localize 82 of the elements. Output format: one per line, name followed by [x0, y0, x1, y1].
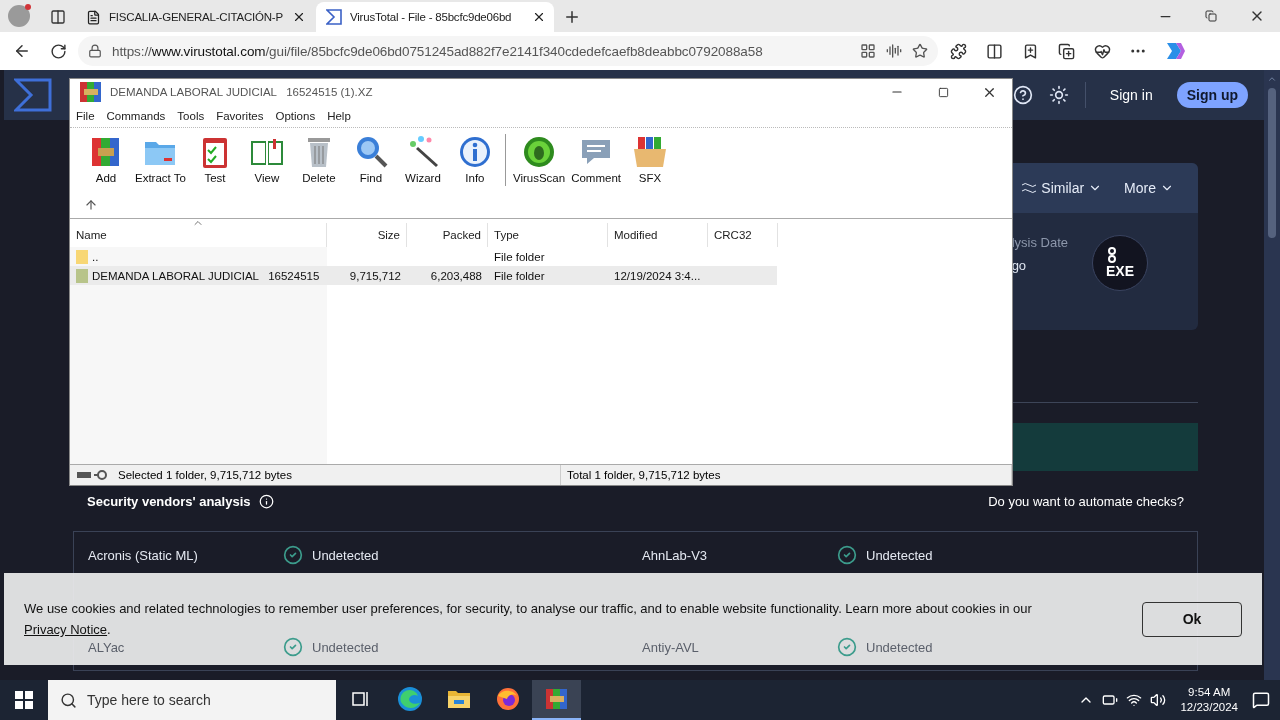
analysis-label: lysis Date	[1011, 235, 1068, 250]
profile-avatar[interactable]	[8, 5, 30, 27]
document-icon	[86, 9, 101, 25]
help-icon[interactable]	[1012, 85, 1033, 105]
check-icon	[283, 637, 303, 657]
sign-in-link[interactable]: Sign in	[1101, 87, 1161, 103]
menu-button[interactable]: Similar	[1021, 180, 1103, 196]
cookie-notice: We use cookies and related technologies to remember user preferences, for security, to analyse our traffic, and to enable website functionality. Learn more about cookies in our Privacy Notice.	[24, 600, 1033, 639]
vendor-name: ALYac	[88, 639, 126, 655]
favorite-star-icon[interactable]	[912, 43, 928, 59]
close-icon[interactable]	[292, 10, 306, 24]
section-title: Security vendors' analysis	[87, 493, 251, 509]
vendor-result: Undetected	[312, 639, 379, 655]
status-text: Total 1 folder, 9,715,712 bytes	[567, 469, 721, 481]
menu-item[interactable]: Help	[327, 110, 351, 122]
file-type-badge: EXE	[1092, 235, 1148, 291]
vendor-result: Undetected	[866, 547, 933, 563]
vendor-name: Acronis (Static ML)	[88, 547, 199, 563]
winrar-books-icon[interactable]	[78, 80, 104, 104]
network-icon[interactable]	[1126, 692, 1143, 708]
toolbar-button[interactable]: Add	[80, 134, 132, 184]
scroll-thumb[interactable]	[1268, 88, 1276, 238]
taskbar-clock[interactable]: 9:54 AM 12/23/2024	[1174, 685, 1244, 715]
window-title: DEMANDA LABORAL JUDICIAL 16524515 (1).XZ	[110, 86, 373, 98]
toolbar-button[interactable]: View	[240, 134, 293, 184]
toolbar-button[interactable]: Info	[448, 134, 501, 184]
notifications-icon[interactable]	[1252, 691, 1270, 709]
sigma-logo-icon	[326, 9, 342, 25]
lock-icon	[88, 44, 102, 58]
scrollbar[interactable]	[1264, 70, 1280, 680]
address-field[interactable]: https://www.virustotal.com/gui/file/85bcfc9de06bd0751245ad882f7e2141f340cdedefcaefb8deabbc0792088a58	[78, 36, 938, 66]
close-icon[interactable]	[532, 10, 546, 24]
browser-tab[interactable]: FISCALIA-GENERAL-CITACIÓN-P	[76, 2, 314, 32]
firefox-icon[interactable]	[495, 687, 520, 711]
toolbar-button[interactable]: Delete	[292, 134, 345, 184]
folder-icon	[76, 268, 88, 283]
task-view-icon[interactable]	[350, 689, 371, 709]
virustotal-logo-icon[interactable]	[14, 78, 52, 112]
automate-link[interactable]: Do you want to automate checks?	[988, 493, 1184, 509]
file-row[interactable]: DEMANDA LABORAL JUDICIAL 16524515 9,715,712 6,203,488 File folder 12/19/2024 3:4...	[70, 266, 777, 285]
winrar-books-icon[interactable]	[543, 687, 570, 711]
apps-icon[interactable]	[860, 43, 876, 59]
vendor-result: Undetected	[312, 547, 379, 563]
sign-up-button[interactable]: Sign up	[1176, 82, 1248, 108]
folder-icon[interactable]	[446, 688, 471, 710]
toolbar-button[interactable]: Extract To	[132, 134, 189, 184]
ok-button[interactable]: Ok	[1142, 601, 1242, 637]
windows-logo-icon	[15, 691, 33, 709]
toolbar-button[interactable]: SFX	[624, 134, 676, 184]
read-aloud-icon[interactable]	[886, 43, 902, 59]
battery-icon[interactable]	[1102, 692, 1119, 708]
box-icon	[632, 134, 668, 170]
menu-item[interactable]: Commands	[106, 110, 166, 122]
folder-icon	[76, 249, 88, 264]
vendor-name: Antiy-AVL	[642, 639, 700, 655]
check-icon	[283, 545, 303, 565]
toolbar-button[interactable]: VirusScan	[509, 134, 569, 184]
privacy-notice-link[interactable]: Privacy Notice	[24, 622, 108, 637]
toolbar-button[interactable]: Wizard	[396, 134, 449, 184]
check-icon	[837, 637, 857, 657]
up-arrow-icon[interactable]	[84, 198, 98, 212]
menu-item[interactable]: File	[76, 110, 95, 122]
toolbar-button[interactable]: Find	[344, 134, 397, 184]
edge-browser-icon[interactable]	[396, 686, 423, 712]
info-icon[interactable]	[258, 493, 274, 509]
status-text: Selected 1 folder, 9,715,712 bytes	[118, 469, 292, 481]
toolbar-button[interactable]: Comment	[568, 134, 624, 184]
vendor-result: Undetected	[866, 639, 933, 655]
wave-lines-icon	[1021, 182, 1038, 194]
theme-icon[interactable]	[1048, 85, 1069, 105]
menu-item[interactable]: Favorites	[216, 110, 264, 122]
taskbar-search-field[interactable]: Type here to search	[48, 680, 336, 720]
vendor-name: AhnLab-V3	[642, 547, 709, 563]
menu-item[interactable]: Tools	[177, 110, 205, 122]
toolbar-button[interactable]: Test	[188, 134, 241, 184]
menu-item[interactable]: Options	[275, 110, 316, 122]
check-icon	[837, 545, 857, 565]
search-icon	[60, 691, 77, 709]
menu-button[interactable]: More	[1124, 180, 1174, 196]
volume-icon[interactable]	[1150, 692, 1167, 708]
browser-tab[interactable]: VirusTotal - File - 85bcfc9de06bd	[316, 2, 554, 32]
file-row[interactable]: .. File folder	[70, 247, 777, 266]
